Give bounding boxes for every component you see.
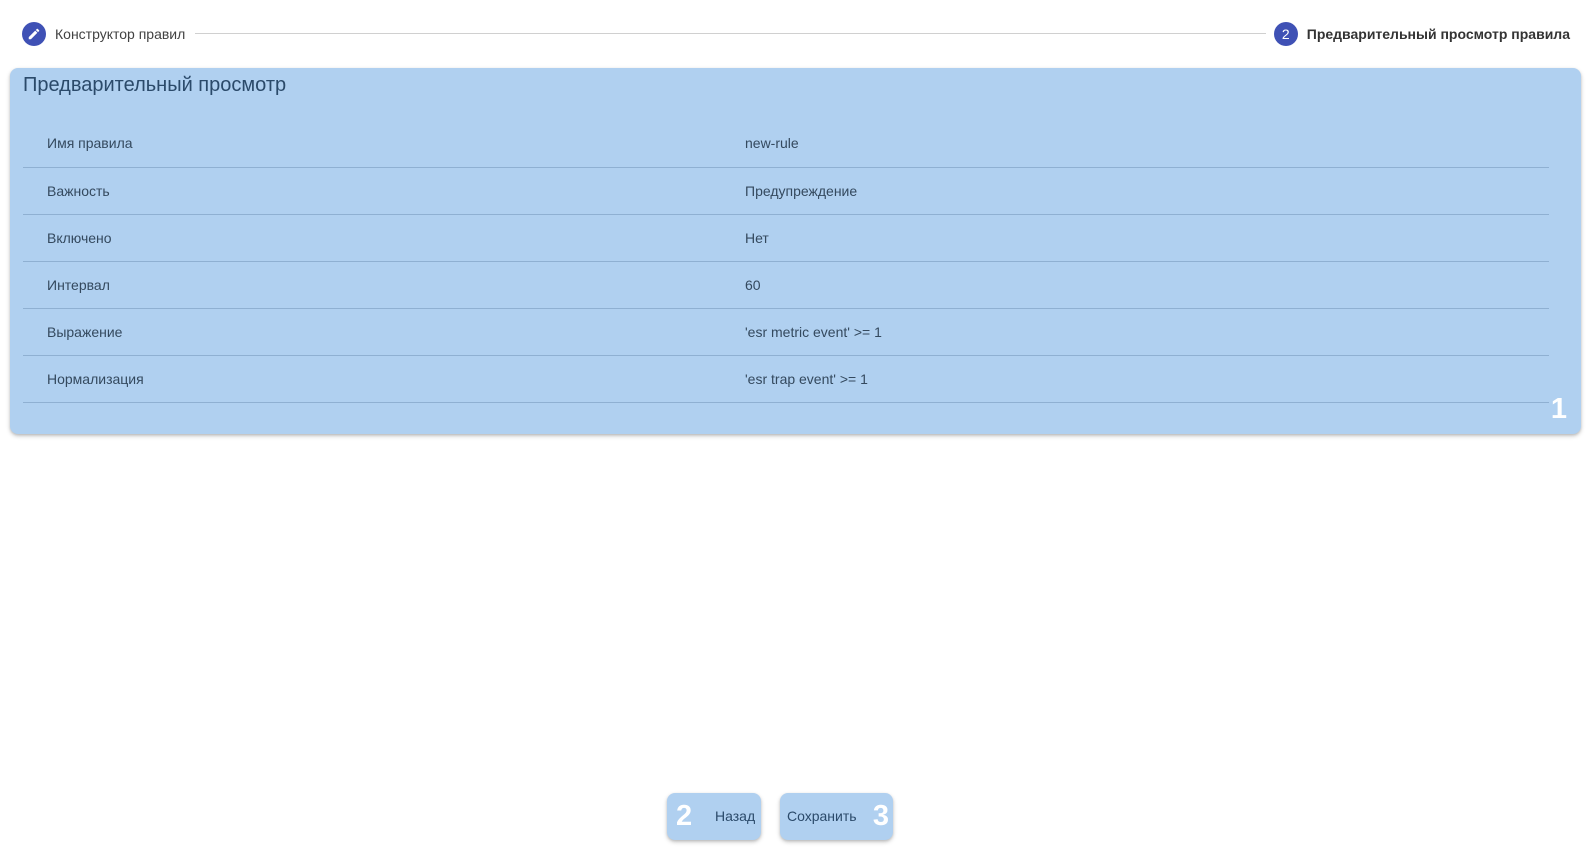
- table-row: Имя правила new-rule: [23, 120, 1549, 167]
- row-key: Нормализация: [47, 370, 144, 387]
- row-key: Важность: [47, 182, 110, 199]
- row-value: 'esr trap event' >= 1: [745, 370, 868, 387]
- row-value: 'esr metric event' >= 1: [745, 323, 882, 340]
- step-number-circle: 2: [1273, 21, 1298, 46]
- table-row: Включено Нет: [23, 214, 1549, 261]
- annotation-badge: 2: [676, 800, 693, 832]
- row-value: Нет: [745, 229, 769, 246]
- table-row: Выражение 'esr metric event' >= 1: [23, 308, 1549, 355]
- row-key: Интервал: [47, 276, 110, 293]
- save-button[interactable]: Сохранить 3: [780, 793, 893, 840]
- stepper: Конструктор правил 2 Предварительный про…: [22, 21, 1570, 46]
- card-title: Предварительный просмотр: [23, 74, 287, 96]
- table-row: Нормализация 'esr trap event' >= 1: [23, 355, 1549, 402]
- step-completed-circle: [22, 21, 46, 46]
- row-value: Предупреждение: [745, 182, 858, 199]
- row-key: Имя правила: [47, 135, 133, 152]
- save-button-label: Сохранить: [787, 808, 857, 824]
- step-label: Конструктор правил: [55, 25, 186, 42]
- back-button[interactable]: 2 Назад: [667, 793, 761, 840]
- step-label: Предварительный просмотр правила: [1306, 25, 1570, 42]
- step-rule-builder[interactable]: Конструктор правил: [22, 21, 186, 46]
- step-rule-preview[interactable]: 2 Предварительный просмотр правила: [1273, 21, 1570, 46]
- annotation-badge: 1: [1550, 393, 1567, 425]
- table-row: Интервал 60: [23, 261, 1549, 308]
- annotation-badge: 3: [872, 800, 889, 832]
- row-value: 60: [745, 276, 761, 293]
- row-value: new-rule: [745, 135, 799, 152]
- step-connector: [195, 33, 1266, 34]
- preview-card: Предварительный просмотр Имя правила new…: [10, 68, 1581, 434]
- back-button-label: Назад: [715, 808, 756, 824]
- preview-table: Имя правила new-rule Важность Предупрежд…: [23, 120, 1549, 403]
- pencil-icon: [28, 28, 40, 39]
- row-key: Включено: [47, 229, 112, 246]
- row-key: Выражение: [47, 323, 123, 340]
- table-row: Важность Предупреждение: [23, 167, 1549, 214]
